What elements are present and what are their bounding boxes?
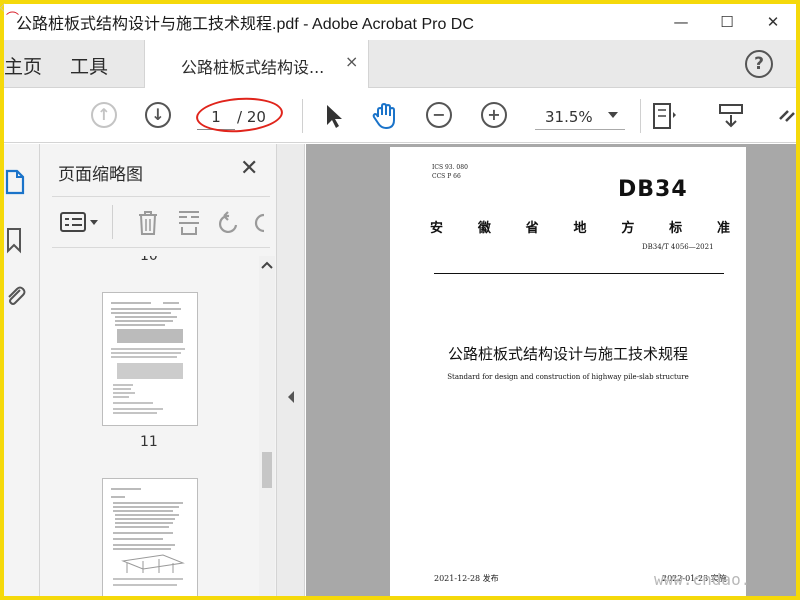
heading-char: 安 [430,221,444,236]
thumbnail-options-icon[interactable] [60,211,100,235]
issue-date: 2021-12-28 发布 [434,574,499,583]
ics-line: ICS 93. 080 [432,164,468,171]
thumbnail-content [111,302,185,414]
page-thumbnails-icon[interactable] [4,168,26,196]
window-controls: — ☐ ✕ [658,4,796,40]
hand-tool-icon[interactable] [370,101,400,131]
link-icon[interactable] [774,101,796,131]
title-bar: ⌒ 公路桩板式结构设计与施工技术规程.pdf - Adobe Acrobat P… [4,4,796,40]
chevron-down-icon[interactable] [608,112,618,118]
toolbar-divider [640,99,641,133]
thumbnail-sidebar: 页面缩略图 ✕ 10 11 [40,144,277,596]
sidebar-title: 页面缩略图 [58,165,143,185]
page-thumbnail-11[interactable] [102,292,198,426]
sidebar-collapse-strip[interactable] [277,144,305,596]
page-thumbnail-12[interactable] [102,478,198,596]
site-watermark: www.cndao. [654,570,751,589]
scroll-up-icon[interactable] [261,260,273,270]
toolbar-divider [302,99,303,133]
thumbnail-list: 10 11 [40,256,260,596]
rotate-clockwise-icon[interactable] [252,209,270,237]
heading-char: 标 [669,221,683,236]
insert-page-icon[interactable] [176,209,202,237]
bookmark-icon[interactable] [4,226,26,254]
tab-document[interactable]: 公路桩板式结构设... × [144,40,369,88]
close-tab-icon[interactable]: × [345,52,358,71]
tab-bar: 主页 工具 公路桩板式结构设... × ? [4,40,796,88]
heading-char: 准 [716,221,730,236]
scroll-mode-icon[interactable] [716,101,746,131]
zoom-out-icon[interactable]: − [426,102,452,128]
thumbnail-scrollbar[interactable] [259,256,275,596]
document-view[interactable]: ICS 93. 080 CCS P 66 DB34 安 徽 省 地 方 标 准 … [306,144,796,596]
acrobat-window: ⌒ 公路桩板式结构设计与施工技术规程.pdf - Adobe Acrobat P… [4,4,796,596]
zoom-in-icon[interactable]: + [481,102,507,128]
scrollbar-thumb[interactable] [262,452,272,488]
tab-home[interactable]: 主页 [4,52,42,79]
previous-page-icon[interactable]: ↑ [91,102,117,128]
minimize-button[interactable]: — [658,4,704,40]
thumbnail-content [111,488,185,586]
sidebar-toolbar [52,196,270,248]
tab-document-label: 公路桩板式结构设... [181,58,325,77]
window-title: 公路桩板式结构设计与施工技术规程.pdf - Adobe Acrobat Pro… [16,16,474,33]
delete-page-icon[interactable] [136,209,160,237]
rotate-counterclockwise-icon[interactable] [216,209,242,237]
pdf-page: ICS 93. 080 CCS P 66 DB34 安 徽 省 地 方 标 准 … [390,147,746,596]
collapse-left-icon[interactable] [286,390,296,404]
tab-tools[interactable]: 工具 [70,52,108,79]
document-title: 公路桩板式结构设计与施工技术规程 [447,345,688,363]
heading-char: 地 [573,221,587,236]
toolbar: ↑ ↓ 1 / 20 − + 31.5% [4,89,796,143]
thumbnail-label-11: 11 [140,434,158,450]
next-page-icon[interactable]: ↓ [145,102,171,128]
document-subtitle: Standard for design and construction of … [447,373,689,381]
help-icon[interactable]: ? [745,50,773,78]
standard-number: DB34/T 4056—2021 [642,243,714,251]
heading-char: 徽 [477,221,491,236]
close-sidebar-icon[interactable]: ✕ [240,156,258,181]
close-window-button[interactable]: ✕ [750,4,796,40]
thumbnail-label-10: 10 [140,256,158,264]
sidebar-toolbar-divider [112,205,113,239]
province-standard-heading: 安 徽 省 地 方 标 准 [430,217,730,236]
left-navigation-rail [4,144,40,596]
attachment-icon[interactable] [4,282,26,310]
ics-code: ICS 93. 080 CCS P 66 [432,163,468,181]
db-code: DB34 [618,177,688,202]
maximize-button[interactable]: ☐ [704,4,750,40]
select-arrow-icon[interactable] [318,101,348,131]
document-margin [746,144,796,596]
heading-char: 省 [525,221,539,236]
header-rule [434,273,724,274]
ccs-line: CCS P 66 [432,173,461,180]
heading-char: 方 [621,221,635,236]
fit-page-icon[interactable] [649,101,679,131]
red-annotation-ellipse [194,95,285,135]
